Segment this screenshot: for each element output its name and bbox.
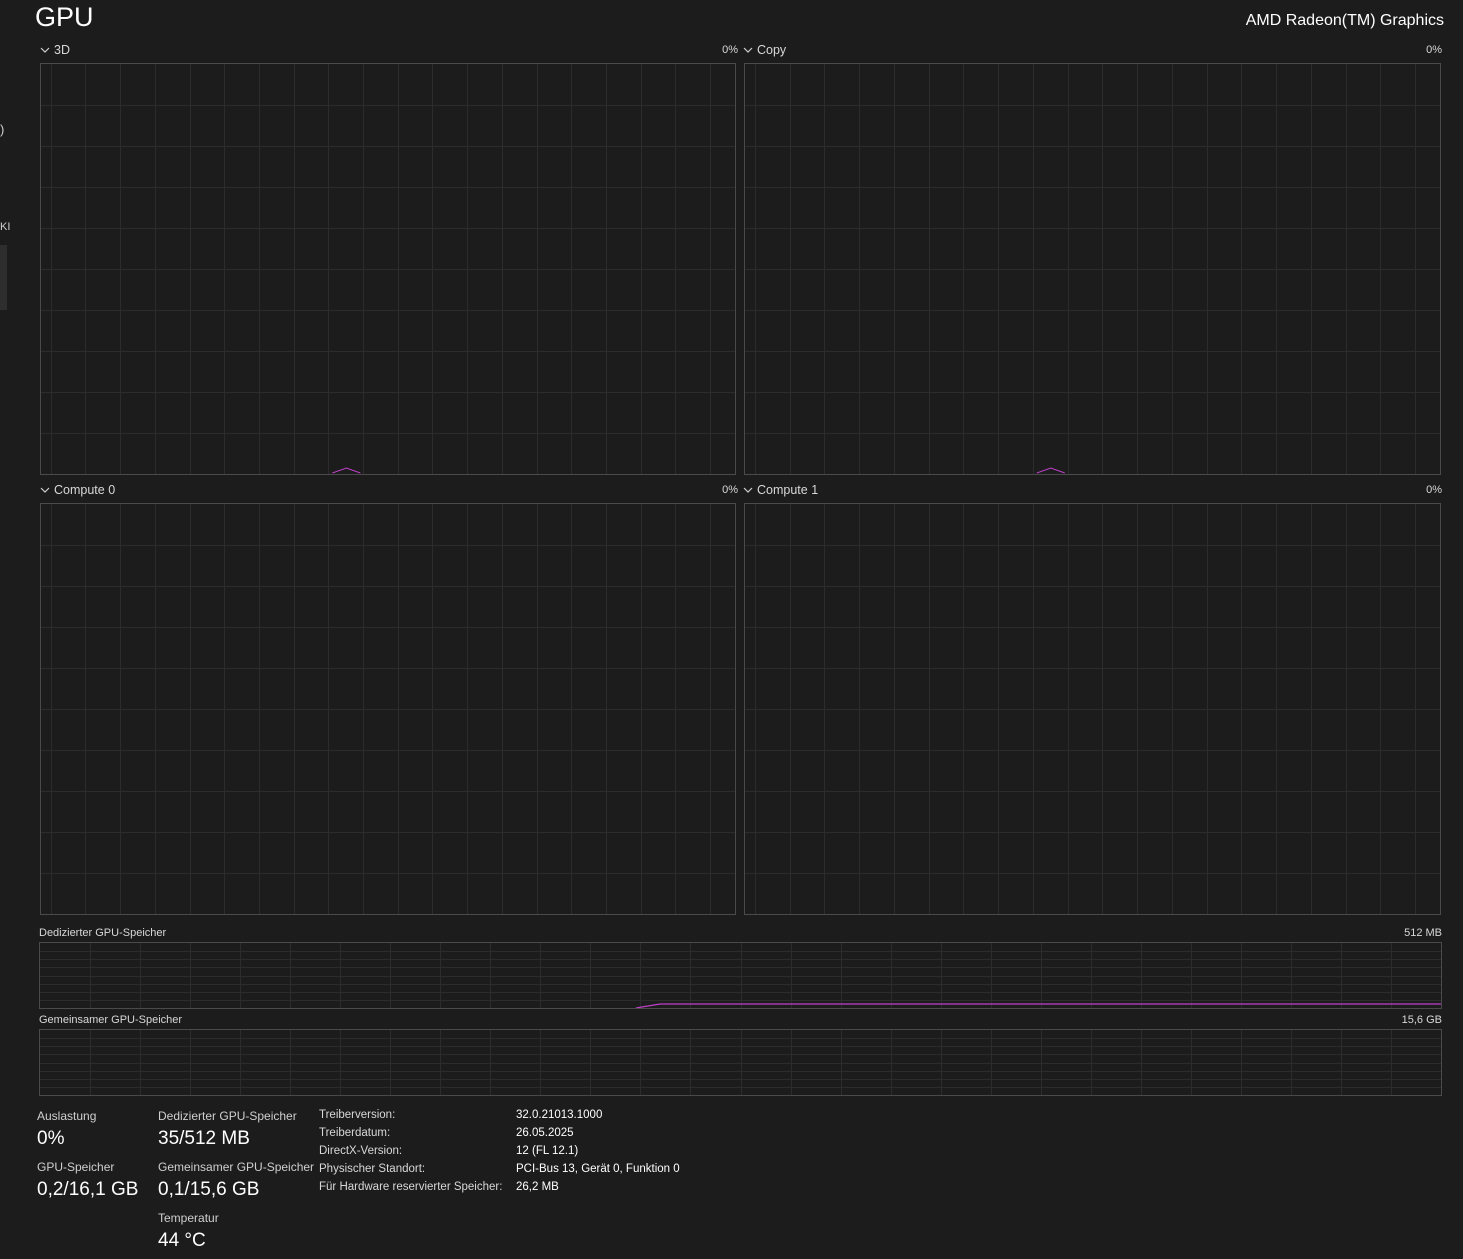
sidebar-fragment[interactable]: ) (0, 122, 4, 137)
usage-trace (332, 467, 361, 474)
physical-location-value: PCI-Bus 13, Gerät 0, Funktion 0 (516, 1163, 680, 1175)
engine-label: Compute 1 (757, 483, 819, 497)
reserved-memory-value: 26,2 MB (516, 1181, 559, 1193)
shared-memory-value: 0,1/15,6 GB (158, 1179, 260, 1200)
usage-trace (1036, 467, 1065, 474)
page-title: GPU (35, 2, 94, 32)
directx-version-label: DirectX-Version: (319, 1145, 403, 1157)
temperature-value: 44 °C (158, 1230, 206, 1251)
dedicated-memory-graph-max: 512 MB (1404, 927, 1442, 939)
physical-location-label: Physischer Standort: (319, 1163, 426, 1175)
dedicated-memory-label: Dedizierter GPU-Speicher (158, 1109, 297, 1123)
dedicated-memory-graph (39, 942, 1442, 1009)
gpu-memory-label: GPU-Speicher (37, 1160, 115, 1174)
engine-graph-compute-1 (744, 503, 1441, 915)
engine-graph-3d (40, 63, 736, 475)
engine-percent: 0% (722, 44, 738, 56)
sidebar-fragment[interactable]: KI (0, 221, 10, 233)
engine-selector-copy[interactable]: Copy (743, 43, 786, 57)
reserved-memory-label: Für Hardware reservierter Speicher: (319, 1181, 503, 1193)
driver-date-label: Treiberdatum: (319, 1127, 391, 1139)
utilization-label: Auslastung (37, 1109, 97, 1123)
shared-memory-label: Gemeinsamer GPU-Speicher (158, 1160, 315, 1174)
shared-memory-graph (39, 1029, 1442, 1096)
dedicated-memory-trace (635, 1003, 1441, 1008)
engine-percent: 0% (1426, 44, 1442, 56)
temperature-label: Temperatur (158, 1211, 219, 1225)
dedicated-memory-value: 35/512 MB (158, 1128, 250, 1149)
driver-date-value: 26.05.2025 (516, 1127, 574, 1139)
engine-label: 3D (54, 43, 70, 57)
engine-graph-compute-0 (40, 503, 736, 915)
driver-version-label: Treiberversion: (319, 1109, 396, 1121)
utilization-value: 0% (37, 1128, 65, 1149)
engine-percent: 0% (1426, 484, 1442, 496)
chevron-down-icon (743, 47, 753, 53)
chevron-down-icon (40, 47, 50, 53)
chevron-down-icon (40, 487, 50, 493)
sidebar-selection-indicator[interactable] (0, 245, 7, 310)
chevron-down-icon (743, 487, 753, 493)
gpu-name: AMD Radeon(TM) Graphics (1245, 12, 1444, 29)
driver-version-value: 32.0.21013.1000 (516, 1109, 603, 1121)
engine-selector-compute-1[interactable]: Compute 1 (743, 483, 818, 497)
engine-label: Compute 0 (54, 483, 116, 497)
engine-graph-copy (744, 63, 1441, 475)
dedicated-memory-graph-label: Dedizierter GPU-Speicher (39, 927, 167, 939)
engine-percent: 0% (722, 484, 738, 496)
gpu-memory-value: 0,2/16,1 GB (37, 1179, 139, 1200)
engine-selector-compute-0[interactable]: Compute 0 (40, 483, 115, 497)
directx-version-value: 12 (FL 12.1) (516, 1145, 579, 1157)
engine-selector-3d[interactable]: 3D (40, 43, 70, 57)
shared-memory-graph-label: Gemeinsamer GPU-Speicher (39, 1014, 183, 1026)
shared-memory-graph-max: 15,6 GB (1401, 1014, 1442, 1026)
engine-label: Copy (757, 43, 787, 57)
